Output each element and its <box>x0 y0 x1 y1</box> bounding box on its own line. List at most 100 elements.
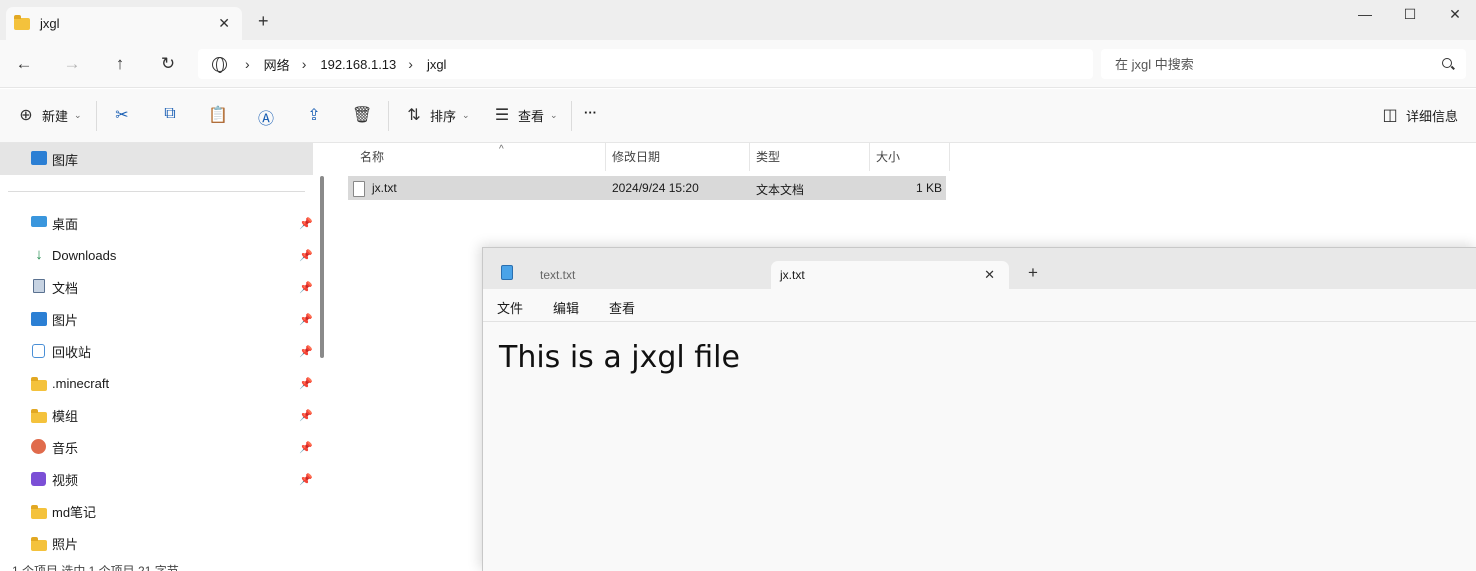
pin-icon[interactable]: 📌 <box>299 217 313 230</box>
folder-icon <box>31 537 47 551</box>
column-header-type[interactable]: 类型 <box>750 143 870 171</box>
rename-icon: Ⓐ <box>257 111 274 128</box>
sidebar-item-pictures[interactable]: 图片 📌 <box>0 303 316 335</box>
minimize-button[interactable]: — <box>1355 6 1375 22</box>
explorer-tab-title: jxgl <box>40 16 60 31</box>
more-icon: ··· <box>584 105 597 120</box>
pin-icon[interactable]: 📌 <box>299 441 313 454</box>
chevron-down-icon: ⌄ <box>74 109 82 120</box>
cut-button[interactable]: ✂ <box>112 105 132 125</box>
chevron-right-icon[interactable]: › <box>302 56 307 72</box>
search-input[interactable] <box>1115 56 1425 72</box>
sidebar-item-minecraft[interactable]: .minecraft 📌 <box>0 367 316 399</box>
menu-view[interactable]: 查看 <box>609 298 635 317</box>
up-button[interactable]: ↑ <box>108 52 132 76</box>
pin-icon[interactable]: 📌 <box>299 345 313 358</box>
close-window-button[interactable]: ✕ <box>1445 6 1465 23</box>
clipboard-icon: 📋 <box>208 107 228 124</box>
pin-icon[interactable]: 📌 <box>299 281 313 294</box>
folder-icon <box>31 505 47 519</box>
copy-button[interactable]: ⧉ <box>160 105 180 123</box>
scissors-icon: ✂ <box>115 107 129 124</box>
sidebar-item-md-notes[interactable]: md笔记 <box>0 495 316 527</box>
pin-icon[interactable]: 📌 <box>299 377 313 390</box>
new-tab-button[interactable]: + <box>258 12 269 30</box>
search-icon[interactable] <box>1442 58 1452 68</box>
close-tab-icon[interactable]: ✕ <box>218 15 230 32</box>
desktop-icon <box>31 216 47 227</box>
recycle-bin-icon <box>32 344 45 358</box>
notepad-window: text.txt jx.txt ✕ + 文件 编辑 查看 This is a j… <box>482 247 1476 571</box>
refresh-button[interactable]: ↻ <box>156 52 180 76</box>
breadcrumb-host[interactable]: 192.168.1.13 <box>320 57 396 72</box>
notepad-text-area[interactable]: This is a jxgl file <box>499 340 740 375</box>
sidebar-item-mods[interactable]: 模组 📌 <box>0 399 316 431</box>
sidebar-item-downloads[interactable]: ↓ Downloads 📌 <box>0 239 316 271</box>
column-header-name[interactable]: 名称 ^ <box>354 143 606 171</box>
address-bar[interactable]: › 网络 › 192.168.1.13 › jxgl <box>198 49 1093 79</box>
notepad-new-tab-button[interactable]: + <box>1028 264 1038 281</box>
close-tab-icon[interactable]: ✕ <box>984 267 995 283</box>
sidebar-item-recycle-bin[interactable]: 回收站 📌 <box>0 335 316 367</box>
gallery-icon <box>31 151 47 165</box>
trash-icon: 🗑 <box>352 107 373 124</box>
file-type: 文本文档 <box>756 183 805 197</box>
sidebar-scrollbar[interactable] <box>320 176 324 358</box>
chevron-right-icon[interactable]: › <box>245 56 250 72</box>
forward-button[interactable]: → <box>60 52 84 76</box>
back-button[interactable]: ← <box>12 52 36 76</box>
sidebar-item-photos[interactable]: 照片 <box>0 527 316 559</box>
delete-button[interactable]: 🗑 <box>352 105 372 125</box>
notepad-tab-label: text.txt <box>540 268 576 282</box>
notepad-titlebar: text.txt jx.txt ✕ + <box>483 248 1476 289</box>
breadcrumb-network[interactable]: 网络 <box>264 55 290 74</box>
sidebar-item-videos[interactable]: 视频 📌 <box>0 463 316 495</box>
notepad-tab-jx-txt[interactable]: jx.txt ✕ <box>771 261 1009 289</box>
sidebar-item-label: 回收站 <box>52 344 92 360</box>
details-pane-button[interactable]: ◫ 详细信息 <box>1380 105 1458 125</box>
sort-ascending-icon: ^ <box>499 144 504 155</box>
sidebar-item-label: Downloads <box>52 247 117 263</box>
details-label: 详细信息 <box>1406 108 1459 124</box>
pin-icon[interactable]: 📌 <box>299 249 313 262</box>
column-header-label: 修改日期 <box>612 150 661 164</box>
explorer-tab-jxgl[interactable]: jxgl ✕ <box>6 7 242 40</box>
sidebar-item-label: 视频 <box>52 472 79 488</box>
paste-button[interactable]: 📋 <box>208 105 228 125</box>
pin-icon[interactable]: 📌 <box>299 313 313 326</box>
file-modified: 2024/9/24 15:20 <box>612 181 699 195</box>
sort-button[interactable]: ⇅ 排序 ⌄ <box>404 105 469 125</box>
menu-file[interactable]: 文件 <box>497 298 523 317</box>
sidebar-item-label: 图库 <box>52 152 79 168</box>
column-header-size[interactable]: 大小 <box>870 143 950 171</box>
pin-icon[interactable]: 📌 <box>299 409 313 422</box>
sidebar-item-documents[interactable]: 文档 📌 <box>0 271 316 303</box>
view-button[interactable]: ☰ 查看 ⌄ <box>492 105 558 125</box>
table-row[interactable]: jx.txt 2024/9/24 15:20 文本文档 1 KB <box>348 176 946 200</box>
maximize-button[interactable]: ☐ <box>1400 6 1420 23</box>
notepad-tab-text-txt[interactable]: text.txt <box>530 261 766 289</box>
sidebar-item-label: 文档 <box>52 280 79 296</box>
sidebar-item-desktop[interactable]: 桌面 📌 <box>0 207 316 239</box>
breadcrumb-jxgl[interactable]: jxgl <box>427 57 447 72</box>
explorer-titlebar: jxgl ✕ + — ☐ ✕ <box>0 0 1476 40</box>
pin-icon[interactable]: 📌 <box>299 473 313 486</box>
view-label: 查看 <box>518 108 545 124</box>
rename-button[interactable]: Ⓐ <box>256 105 276 129</box>
sidebar-item-gallery[interactable]: 图库 <box>0 143 313 175</box>
column-header-modified[interactable]: 修改日期 <box>606 143 750 171</box>
status-bar: 1 个项目 选中 1 个项目 21 字节 <box>12 564 179 571</box>
column-header-label: 类型 <box>756 150 781 164</box>
new-button[interactable]: ⊕ 新建 ⌄ <box>16 105 82 125</box>
notepad-app-icon <box>501 265 513 280</box>
menu-edit[interactable]: 编辑 <box>553 298 579 317</box>
sidebar-item-music[interactable]: 音乐 📌 <box>0 431 316 463</box>
sort-icon: ⇅ <box>407 107 421 124</box>
chevron-right-icon[interactable]: › <box>408 56 413 72</box>
share-icon: ⇪ <box>307 107 321 124</box>
toolbar-divider <box>388 101 389 131</box>
more-options-button[interactable]: ··· <box>584 105 597 120</box>
share-button[interactable]: ⇪ <box>304 105 324 125</box>
plus-circle-icon: ⊕ <box>19 107 33 124</box>
sidebar-item-label: .minecraft <box>52 375 110 391</box>
